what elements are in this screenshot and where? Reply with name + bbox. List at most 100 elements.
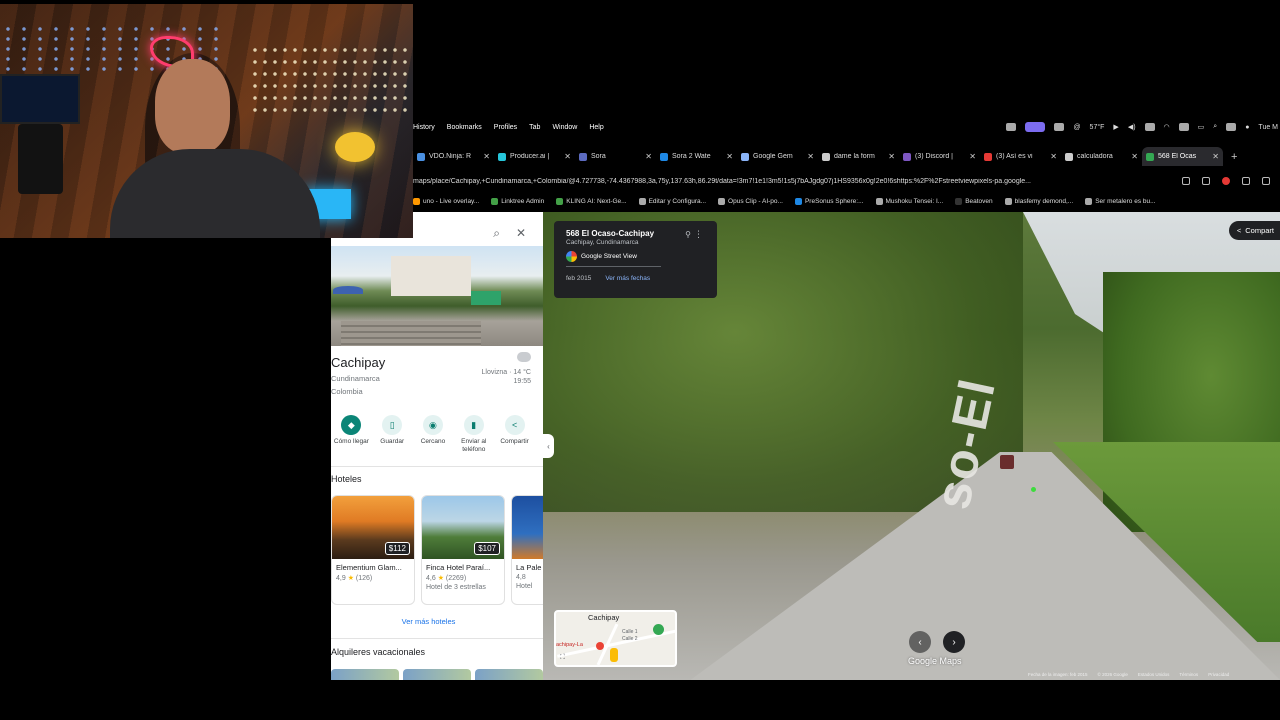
menubar-clock[interactable]: Tue M <box>1258 124 1278 131</box>
action-button[interactable]: ◉ Cercano <box>413 415 454 465</box>
record-icon[interactable] <box>1006 123 1017 131</box>
bookmark-item[interactable]: KLING AI: Next-Ge... <box>556 197 627 205</box>
close-tab-icon[interactable]: ✕ <box>483 152 490 161</box>
bookmark-item[interactable]: Linktree Admin <box>491 197 544 205</box>
siri-icon[interactable]: ● <box>1245 124 1249 131</box>
vacation-thumbnails[interactable] <box>331 669 543 680</box>
battery-icon[interactable]: ▭ <box>1198 123 1205 131</box>
bookmark-item[interactable]: Mushoku Tensei: I... <box>875 197 943 205</box>
footer-item[interactable]: Privacidad <box>1208 672 1229 677</box>
bookmark-item[interactable]: Beatoven <box>955 197 993 205</box>
close-tab-icon[interactable]: ✕ <box>564 152 571 161</box>
mini-map[interactable]: Cachipay Calle 1 Calle 2 achipay-La ⛶ <box>554 610 677 667</box>
bookmark-item[interactable]: Editar y Configura... <box>638 197 707 205</box>
close-tab-icon[interactable]: ✕ <box>888 152 895 161</box>
search-icon[interactable]: ⌕ <box>1213 123 1217 131</box>
extension-red-icon[interactable] <box>1222 177 1230 185</box>
browser-tab[interactable]: 568 El Ocas ✕ <box>1142 147 1223 166</box>
location-pin-icon[interactable]: ⚲ <box>685 230 691 239</box>
address-bar[interactable]: maps/place/Cachipay,+Cundinamarca,+Colom… <box>413 171 1280 191</box>
close-tab-icon[interactable]: ✕ <box>1212 152 1219 161</box>
weather-status[interactable]: 57°F <box>1090 124 1105 131</box>
hotel-card[interactable]: $112 Elementium Glam... 4,9 ★ (126) <box>331 495 415 605</box>
more-options-icon[interactable]: ⋮ <box>694 229 703 240</box>
footer-item[interactable]: Estados Unidos <box>1138 672 1170 677</box>
play-icon[interactable]: ▶ <box>1113 123 1118 131</box>
expand-icon[interactable]: ⛶ <box>560 654 565 662</box>
new-tab-button[interactable]: + <box>1231 151 1237 163</box>
mac-menubar: History Bookmarks Profiles Tab Window He… <box>413 118 1280 136</box>
close-tab-icon[interactable]: ✕ <box>1131 152 1138 161</box>
menu-profiles[interactable]: Profiles <box>494 124 517 131</box>
browser-tab[interactable]: Producer.ai | ✕ <box>494 147 575 166</box>
close-tab-icon[interactable]: ✕ <box>726 152 733 161</box>
browser-tab[interactable]: Sora ✕ <box>575 147 656 166</box>
menu-window[interactable]: Window <box>552 124 577 131</box>
action-button[interactable]: ▮ Enviar al teléfono <box>453 415 494 465</box>
close-tab-icon[interactable]: ✕ <box>645 152 652 161</box>
input-source-icon[interactable] <box>1178 123 1189 131</box>
bookmark-favicon-icon <box>955 197 963 205</box>
extensions-icon[interactable] <box>1242 177 1250 185</box>
action-button[interactable]: < Compartir <box>494 415 535 465</box>
vacation-thumb[interactable] <box>475 669 543 680</box>
wifi-icon[interactable]: ◠ <box>1164 123 1170 131</box>
grid-icon[interactable] <box>1054 123 1065 131</box>
divider <box>331 638 543 639</box>
browser-tab[interactable]: Sora 2 Wate ✕ <box>656 147 737 166</box>
bookmark-item[interactable]: blasfemy demond,... <box>1004 197 1073 205</box>
control-center-icon[interactable] <box>1226 123 1237 131</box>
next-image-button[interactable]: › <box>943 631 965 653</box>
close-tab-icon[interactable]: ✕ <box>1050 152 1057 161</box>
bookmarks-bar: uno - Live overlay... Linktree Admin KLING… <box>413 194 1280 208</box>
close-icon[interactable]: ✕ <box>516 226 526 240</box>
hotel-card[interactable]: $107 Finca Hotel Paraí... 4,6 ★ (2269) H… <box>421 495 505 605</box>
star-icon[interactable] <box>1202 177 1210 185</box>
pegman-icon[interactable] <box>610 648 618 662</box>
screen-share-icon[interactable] <box>1025 122 1046 132</box>
menu-bookmarks[interactable]: Bookmarks <box>447 124 482 131</box>
vacation-thumb[interactable] <box>331 669 399 680</box>
tab-title: Sora 2 Wate <box>672 153 711 160</box>
search-icon[interactable]: ⌕ <box>493 226 500 241</box>
at-icon[interactable]: @ <box>1073 124 1080 131</box>
browser-tab[interactable]: calculadora ✕ <box>1061 147 1142 166</box>
bookmark-label: Editar y Configura... <box>648 197 707 205</box>
tab-title: VDO.Ninja: R <box>429 153 472 160</box>
more-hotels-link[interactable]: Ver más hoteles <box>331 617 526 626</box>
weather-desc: Llovizna · 14 °C <box>481 368 532 376</box>
browser-tab[interactable]: (3) Discord | ✕ <box>899 147 980 166</box>
bookmark-item[interactable]: PreSonus Sphere:... <box>794 197 864 205</box>
action-icon: < <box>504 415 525 435</box>
display-icon[interactable] <box>1144 123 1155 131</box>
place-photo[interactable] <box>331 246 543 346</box>
bookmark-item[interactable]: Opus Clip - AI-po... <box>718 197 783 205</box>
close-tab-icon[interactable]: ✕ <box>807 152 814 161</box>
close-tab-icon[interactable]: ✕ <box>969 152 976 161</box>
footer-item[interactable]: Términos <box>1179 672 1198 677</box>
collapse-panel-button[interactable]: ‹ <box>543 434 554 458</box>
action-button[interactable]: ▯ Guardar <box>372 415 413 465</box>
action-button[interactable]: ◆ Cómo llegar <box>331 415 372 465</box>
bookmark-item[interactable]: Ser metalero es bu... <box>1085 197 1156 205</box>
hotel-card[interactable]: La Pale 4,8 Hotel <box>511 495 543 605</box>
install-icon[interactable] <box>1182 177 1190 185</box>
menu-history[interactable]: History <box>413 124 435 131</box>
url-text[interactable]: maps/place/Cachipay,+Cundinamarca,+Colom… <box>413 178 1182 185</box>
menu-help[interactable]: Help <box>589 124 603 131</box>
browser-tab[interactable]: Google Gem ✕ <box>737 147 818 166</box>
sidebar-icon[interactable] <box>1262 177 1270 185</box>
browser-tab[interactable]: dame la form ✕ <box>818 147 899 166</box>
vacation-thumb[interactable] <box>403 669 471 680</box>
street-view-canvas[interactable]: so-El 568 El Ocaso-Cachipay Cachipay, Cu… <box>543 212 1280 680</box>
volume-icon[interactable]: ◀) <box>1128 123 1136 131</box>
previous-image-button[interactable]: ‹ <box>909 631 931 653</box>
share-button[interactable]: < Compart <box>1228 221 1280 240</box>
tab-title: Google Gem <box>753 153 793 160</box>
menu-tab[interactable]: Tab <box>529 124 540 131</box>
steps-shape <box>341 321 481 346</box>
browser-tab[interactable]: (3) Así es vi ✕ <box>980 147 1061 166</box>
bookmark-item[interactable]: uno - Live overlay... <box>413 197 479 205</box>
more-dates-link[interactable]: Ver más fechas <box>605 275 650 282</box>
browser-tab[interactable]: VDO.Ninja: R ✕ <box>413 147 494 166</box>
